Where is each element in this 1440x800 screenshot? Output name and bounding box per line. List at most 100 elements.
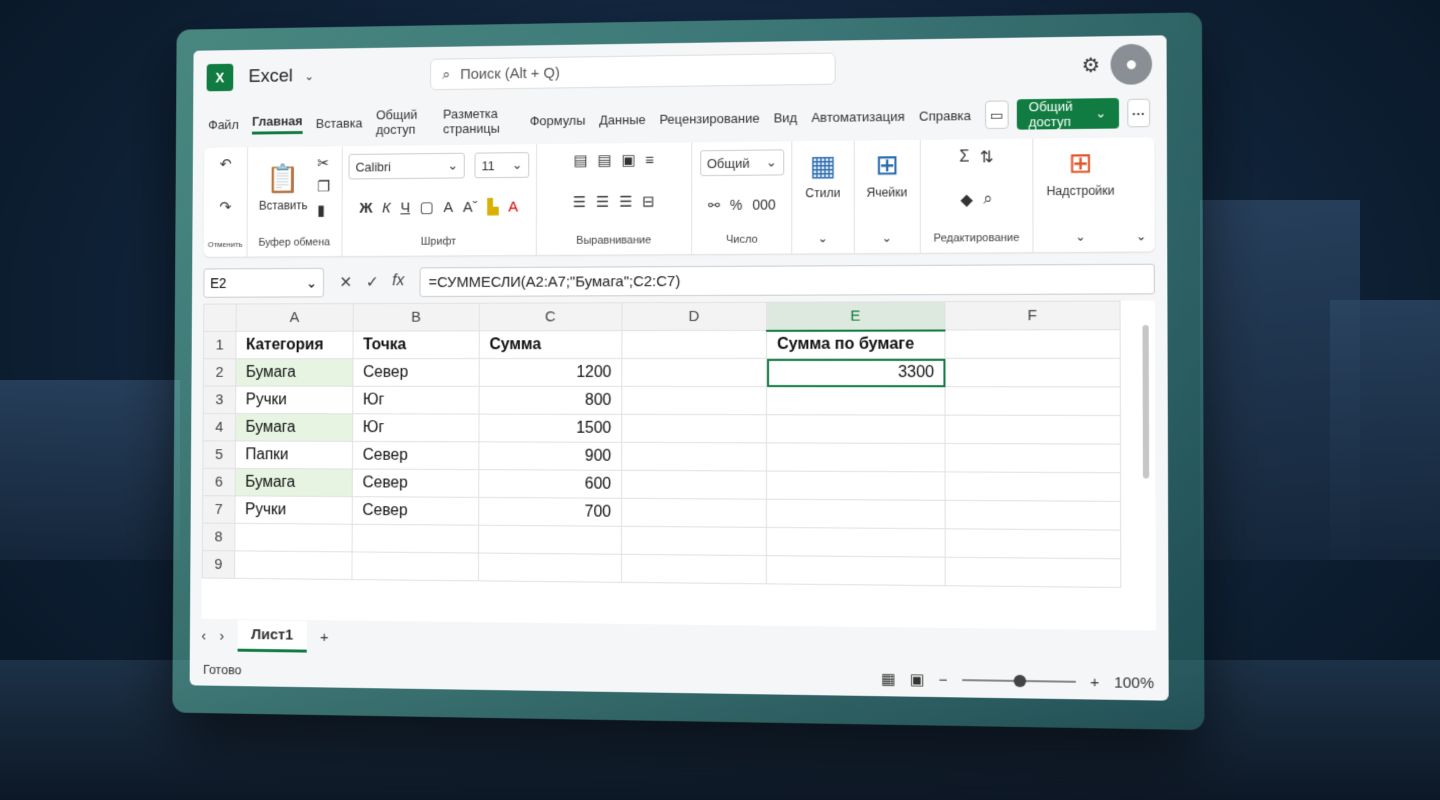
row-header[interactable]: 6: [202, 468, 236, 496]
styles-button[interactable]: ▦ Стили: [805, 149, 840, 200]
cell-f8[interactable]: [945, 528, 1121, 559]
wrap-text-icon[interactable]: ≡: [645, 151, 654, 168]
number-format-select[interactable]: Общий ⌄: [699, 149, 784, 177]
page-layout-icon[interactable]: ▣: [910, 670, 925, 689]
row-header[interactable]: 4: [203, 413, 236, 441]
avatar[interactable]: ●: [1110, 43, 1153, 85]
row-header[interactable]: 8: [202, 523, 235, 551]
border-icon[interactable]: ▢: [420, 198, 434, 216]
row-header[interactable]: 3: [203, 386, 236, 414]
cell-a6[interactable]: Бумага: [235, 468, 353, 497]
zoom-slider[interactable]: [962, 674, 1076, 688]
cell-d8[interactable]: [621, 526, 767, 556]
row-header[interactable]: 7: [202, 495, 236, 524]
font-shrink-icon[interactable]: Aˇ: [463, 198, 478, 215]
font-size-select[interactable]: 11 ⌄: [474, 152, 530, 179]
align-left-icon[interactable]: ☰: [573, 193, 586, 211]
ribbon-collapse-icon[interactable]: ⌄: [1128, 221, 1155, 252]
cell-c1[interactable]: Сумма: [479, 330, 622, 359]
align-center-icon[interactable]: ☰: [596, 193, 609, 211]
zoom-out-icon[interactable]: −: [939, 671, 948, 688]
cell-c8[interactable]: [478, 525, 622, 555]
align-middle-icon[interactable]: ▤: [598, 151, 612, 169]
cells-button[interactable]: ⊞ Ячейки: [866, 148, 907, 200]
cell-e4[interactable]: [766, 414, 946, 444]
font-color-icon[interactable]: A: [508, 198, 518, 215]
cell-a9[interactable]: [234, 550, 353, 580]
cell-b1[interactable]: Точка: [352, 330, 480, 359]
cell-b4[interactable]: Юг: [352, 413, 480, 442]
cell-f5[interactable]: [945, 443, 1121, 473]
paste-button[interactable]: 📋 Вставить: [259, 162, 308, 212]
cell-f7[interactable]: [945, 500, 1121, 531]
cell-d1[interactable]: [621, 330, 767, 359]
fx-icon[interactable]: fx: [392, 272, 404, 292]
cell-a5[interactable]: Папки: [235, 440, 353, 470]
cell-e5[interactable]: [766, 442, 946, 472]
cell-f6[interactable]: [945, 471, 1121, 502]
column-header-a[interactable]: A: [236, 303, 354, 332]
cell-e8[interactable]: [766, 527, 946, 558]
cell-c7[interactable]: 700: [478, 497, 622, 527]
cell-b3[interactable]: Юг: [352, 386, 480, 415]
cell-c3[interactable]: 800: [479, 386, 622, 415]
percent-icon[interactable]: %: [730, 197, 742, 213]
row-header[interactable]: 9: [202, 550, 235, 579]
more-button[interactable]: ···: [1127, 98, 1151, 128]
redo-icon[interactable]: ↷: [219, 198, 231, 216]
cancel-icon[interactable]: ✕: [339, 273, 352, 293]
align-top-icon[interactable]: ▤: [574, 151, 588, 169]
chevron-down-icon[interactable]: ⌄: [882, 231, 892, 245]
comment-button[interactable]: ▭: [985, 100, 1009, 130]
fill-color-icon[interactable]: ▙: [487, 198, 498, 216]
bold-button[interactable]: Ж: [359, 199, 372, 216]
addins-button[interactable]: ⊞ Надстройки: [1046, 146, 1114, 198]
cell-b9[interactable]: [351, 551, 479, 581]
cell-a8[interactable]: [234, 523, 353, 552]
row-header[interactable]: 5: [202, 440, 236, 469]
tab-help[interactable]: Справка: [919, 107, 971, 123]
cell-b6[interactable]: Север: [352, 469, 479, 498]
cell-b7[interactable]: Север: [352, 496, 479, 526]
tab-data[interactable]: Данные: [599, 112, 645, 127]
chevron-down-icon[interactable]: ⌄: [1075, 229, 1085, 243]
cell-f1[interactable]: [944, 329, 1121, 359]
cell-b8[interactable]: [352, 524, 479, 554]
cell-d5[interactable]: [621, 442, 767, 472]
cell-f2[interactable]: [944, 358, 1121, 387]
column-header-f[interactable]: F: [944, 301, 1121, 331]
cell-d2[interactable]: [621, 358, 767, 387]
sheet-tab-active[interactable]: Лист1: [237, 620, 307, 653]
confirm-icon[interactable]: ✓: [366, 273, 379, 293]
cell-c5[interactable]: 900: [478, 441, 622, 471]
cell-e2[interactable]: 3300: [766, 358, 945, 387]
cell-d7[interactable]: [621, 498, 767, 528]
cell-a2[interactable]: Бумага: [235, 358, 353, 387]
font-grow-icon[interactable]: A: [443, 199, 453, 216]
accounting-icon[interactable]: ⚯: [708, 196, 720, 213]
add-sheet-button[interactable]: +: [320, 629, 329, 646]
italic-button[interactable]: К: [382, 199, 391, 216]
cut-icon[interactable]: ✂: [317, 154, 330, 172]
cell-e3[interactable]: [766, 386, 946, 416]
formula-input[interactable]: =СУММЕСЛИ(A2:A7;"Бумага";C2:C7): [419, 263, 1155, 297]
cell-e1[interactable]: Сумма по бумаге: [766, 330, 945, 359]
cell-f3[interactable]: [944, 386, 1121, 416]
cell-e6[interactable]: [766, 471, 946, 501]
tab-home[interactable]: Главная: [251, 112, 303, 135]
cell-e7[interactable]: [766, 499, 946, 529]
chevron-down-icon[interactable]: ⌄: [304, 69, 314, 83]
tab-insert[interactable]: Вставка: [316, 115, 363, 130]
tab-view[interactable]: Вид: [774, 110, 798, 125]
merge-icon[interactable]: ⊟: [642, 193, 655, 211]
cell-b5[interactable]: Север: [352, 441, 479, 470]
thousands-icon[interactable]: 000: [752, 196, 775, 212]
prev-sheet-icon[interactable]: ‹: [201, 627, 206, 644]
cell-a3[interactable]: Ручки: [235, 386, 353, 414]
zoom-in-icon[interactable]: +: [1090, 673, 1099, 691]
row-header[interactable]: 2: [203, 358, 236, 387]
next-sheet-icon[interactable]: ›: [219, 627, 224, 644]
column-header-b[interactable]: B: [353, 303, 480, 332]
undo-icon[interactable]: ↶: [220, 155, 232, 173]
column-header-c[interactable]: C: [479, 302, 622, 331]
